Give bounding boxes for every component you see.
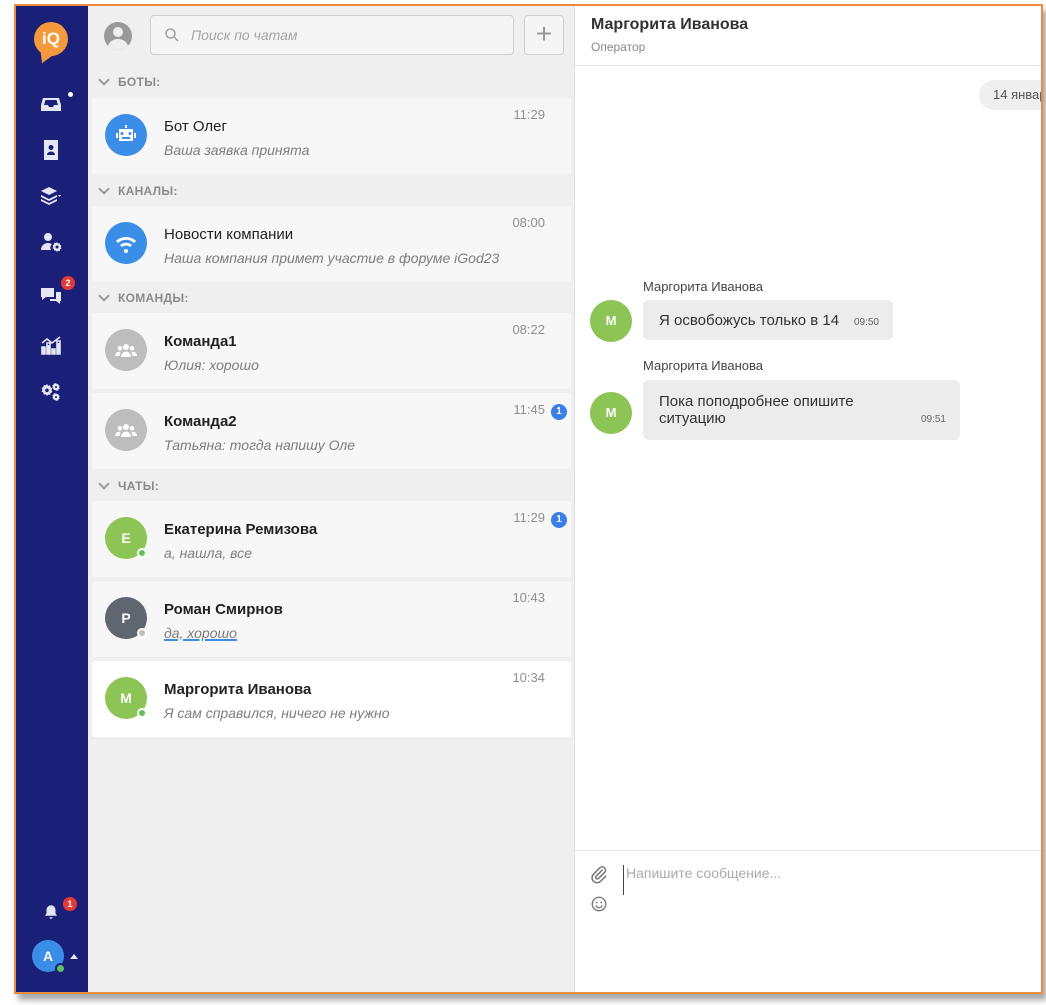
inbox-indicator <box>68 92 73 97</box>
chat-preview: Татьяна: тогда напишу Оле <box>164 437 356 453</box>
message-composer <box>575 850 1041 992</box>
section-chats[interactable]: ЧАТЫ: <box>98 476 159 496</box>
chat-item-channel[interactable]: Новости компании Наша компания примет уч… <box>92 206 571 282</box>
chat-item-bot[interactable]: Бот Олег Ваша заявка принята 11:29 <box>92 98 571 174</box>
search-icon <box>165 28 179 42</box>
message-time: 09:50 <box>853 317 879 328</box>
inbox-icon[interactable] <box>36 90 66 118</box>
avatar: М <box>590 300 632 342</box>
online-status-dot <box>137 708 147 718</box>
nav-rail: iQ 2 1 А <box>16 6 88 992</box>
chat-preview: Ваша заявка принята <box>164 142 310 158</box>
team-icon <box>105 409 147 451</box>
profile-icon[interactable] <box>104 22 132 50</box>
emoji-icon[interactable] <box>590 895 608 913</box>
user-avatar[interactable]: А <box>32 940 66 974</box>
chat-item-margorita[interactable]: М Маргорита Иванова Я сам справился, нич… <box>92 661 571 737</box>
unread-badge: 1 <box>551 512 567 528</box>
chat-name: Команда2 <box>164 413 237 430</box>
settings-icon[interactable] <box>36 378 66 406</box>
section-teams[interactable]: КОМАНДЫ: <box>98 288 189 308</box>
team-icon <box>105 329 147 371</box>
message-text: Пока поподробнее опишите ситуацию <box>659 393 854 427</box>
chat-time: 10:34 <box>512 670 545 685</box>
chevron-down-icon <box>98 478 110 490</box>
chat-item-team2[interactable]: Команда2 Татьяна: тогда напишу Оле 11:45… <box>92 393 571 469</box>
chat-time: 11:29 <box>513 510 545 525</box>
message-bubble: Я освобожусь только в 14 09:50 <box>643 300 893 340</box>
caret-up-icon[interactable] <box>70 954 78 959</box>
chat-item-team1[interactable]: Команда1 Юлия: хорошо 08:22 <box>92 313 571 389</box>
messages-badge: 2 <box>61 276 75 290</box>
chat-time: 10:43 <box>512 590 545 605</box>
contacts-icon[interactable] <box>36 136 66 164</box>
conversation-panel: Маргорита Иванова Оператор 14 январ Марг… <box>575 6 1041 992</box>
chat-name: Команда1 <box>164 333 237 350</box>
message-time: 09:51 <box>920 414 946 425</box>
chat-preview: да, хорошо <box>164 625 237 641</box>
user-settings-icon[interactable] <box>36 228 66 256</box>
app-logo[interactable]: iQ <box>34 22 68 56</box>
bell-icon[interactable] <box>36 898 66 926</box>
chevron-down-icon <box>98 183 110 195</box>
chat-time: 11:45 <box>513 402 545 417</box>
chat-name: Екатерина Ремизова <box>164 521 318 538</box>
avatar: Е <box>105 517 147 559</box>
wifi-icon <box>105 222 147 264</box>
section-channels[interactable]: КАНАЛЫ: <box>98 181 178 201</box>
message-author: Маргорита Иванова <box>643 358 763 373</box>
chat-preview: а, нашла, все <box>164 545 252 561</box>
chat-item-ekaterina[interactable]: Е Екатерина Ремизова а, нашла, все 11:29… <box>92 501 571 577</box>
avatar: М <box>105 677 147 719</box>
chat-time: 11:29 <box>513 107 545 122</box>
notifications-badge: 1 <box>63 897 77 911</box>
avatar: Р <box>105 597 147 639</box>
robot-icon <box>105 114 147 156</box>
chat-list-panel: + БОТЫ: Бот Олег Ваша заявка принята 11:… <box>88 6 575 992</box>
chat-name: Бот Олег <box>164 118 227 135</box>
app-window: iQ 2 1 А Поиск по чатам + БОТЫ: Бот Олег… <box>14 4 1043 994</box>
unread-badge: 1 <box>551 404 567 420</box>
message-text: Я освобожусь только в 14 <box>659 312 840 329</box>
offline-status-dot <box>137 628 147 638</box>
analytics-icon[interactable] <box>36 332 66 360</box>
chevron-down-icon <box>98 74 110 86</box>
section-bots[interactable]: БОТЫ: <box>98 72 161 92</box>
chat-time: 08:22 <box>512 322 545 337</box>
avatar: М <box>590 392 632 434</box>
chat-preview: Я сам справился, ничего не нужно <box>164 705 390 721</box>
message-bubble: Пока поподробнее опишите ситуацию 09:51 <box>643 380 960 440</box>
message-input[interactable] <box>623 865 1023 895</box>
conversation-title: Маргорита Иванова <box>591 16 749 33</box>
chevron-down-icon <box>98 290 110 302</box>
chat-list-header: + <box>88 6 574 66</box>
attach-icon[interactable] <box>589 865 609 885</box>
message-author: Маргорита Иванова <box>643 279 763 294</box>
search-box[interactable] <box>150 15 514 55</box>
add-chat-button[interactable]: + <box>524 15 564 55</box>
chat-time: 08:00 <box>512 215 545 230</box>
chat-preview: Наша компания примет участие в форуме iG… <box>164 250 500 266</box>
online-status-dot <box>55 963 66 974</box>
chat-name: Новости компании <box>164 226 294 243</box>
chat-name: Роман Смирнов <box>164 601 283 618</box>
online-status-dot <box>137 548 147 558</box>
conversation-subtitle: Оператор <box>591 40 646 54</box>
date-divider: 14 январ <box>979 80 1041 110</box>
search-input[interactable] <box>191 27 491 43</box>
chat-item-roman[interactable]: Р Роман Смирнов да, хорошо 10:43 <box>92 581 571 657</box>
conversation-header: Маргорита Иванова Оператор <box>575 6 1041 66</box>
chat-preview: Юлия: хорошо <box>164 357 259 373</box>
chat-name: Маргорита Иванова <box>164 681 312 698</box>
layers-icon[interactable] <box>36 182 66 210</box>
